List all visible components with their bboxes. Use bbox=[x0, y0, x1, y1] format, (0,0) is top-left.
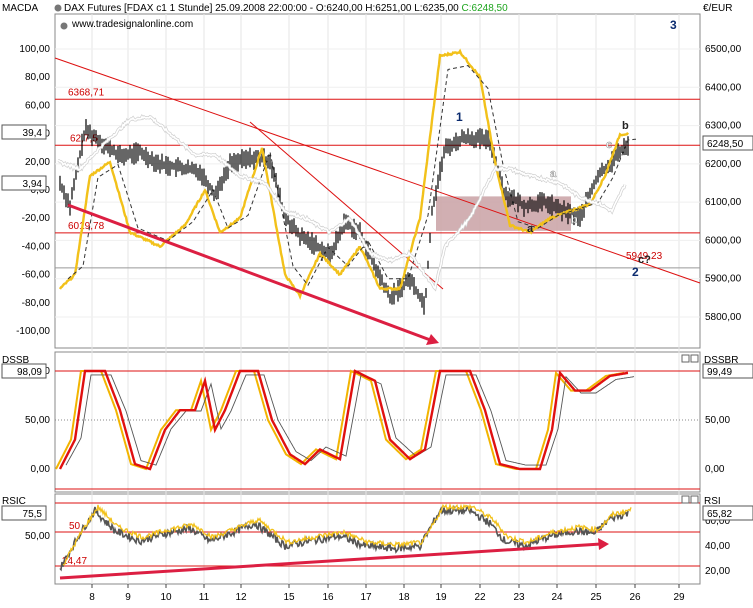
x-tick-label: 18 bbox=[398, 592, 410, 603]
rsi-level-label: 50 bbox=[69, 521, 81, 532]
price-axis-label: 6500,00 bbox=[705, 44, 742, 55]
chart-title-prefix: DAX Futures [FDAX c1 1 Stunde] 25.09.200… bbox=[64, 3, 316, 14]
dssb-value-box: 98,09 bbox=[17, 367, 42, 378]
globe-icon[interactable] bbox=[60, 22, 68, 30]
x-tick-label: 24 bbox=[551, 592, 563, 603]
wave-label: b bbox=[571, 214, 578, 226]
price-axis-label: 6000,00 bbox=[705, 235, 742, 246]
macd-axis-label: 100,00 bbox=[19, 44, 50, 55]
rsi-title-left: RSIC bbox=[2, 496, 26, 507]
rsi-left-axis-label: 50,00 bbox=[25, 531, 50, 542]
price-axis-label: 6400,00 bbox=[705, 82, 742, 93]
price-value-box: 6248,50 bbox=[707, 139, 744, 150]
rsic-value-box: 75,5 bbox=[23, 509, 43, 520]
wave-label: 1 bbox=[456, 110, 463, 124]
settings-icon[interactable] bbox=[54, 4, 62, 12]
dssb-left-axis-label: 50,00 bbox=[25, 415, 50, 426]
price-axis-label: 6300,00 bbox=[705, 121, 742, 132]
price-axis-label: 6200,00 bbox=[705, 159, 742, 170]
chart-canvas: 6368,7162,7,56019,785949,235024,47 89101… bbox=[1, 3, 753, 603]
dssb-panel bbox=[54, 351, 701, 493]
x-tick-label: 23 bbox=[513, 592, 525, 603]
wave-label: a bbox=[527, 223, 534, 235]
macd-axis-label: -60,00 bbox=[22, 270, 51, 281]
main-panel bbox=[54, 13, 701, 349]
macd-value-box: 39,4 bbox=[23, 128, 43, 139]
dssb-right-axis-label: 50,00 bbox=[705, 415, 730, 426]
x-tick-label: 16 bbox=[322, 592, 334, 603]
x-tick-label: 11 bbox=[199, 592, 210, 603]
x-tick-label: 12 bbox=[235, 592, 247, 603]
level-label: 6368,71 bbox=[68, 87, 105, 98]
chart-title: DAX Futures [FDAX c1 1 Stunde] 25.09.200… bbox=[64, 3, 508, 14]
website-label: www.tradesignalonline.com bbox=[71, 19, 193, 30]
x-tick-label: 17 bbox=[360, 592, 372, 603]
currency-label: €/EUR bbox=[703, 3, 732, 14]
macd-axis-label: -20,00 bbox=[22, 213, 51, 224]
dssb-title-right: DSSBR bbox=[704, 355, 738, 366]
price-axis-label: 6100,00 bbox=[705, 197, 742, 208]
chart-close: C:6248,50 bbox=[462, 3, 509, 14]
macd-axis-label: -40,00 bbox=[22, 241, 51, 252]
macd-axis-label: -100,00 bbox=[16, 326, 50, 337]
dssb-left-axis-label: 0,00 bbox=[31, 464, 51, 475]
wave-label: a bbox=[550, 168, 557, 180]
x-tick-label: 19 bbox=[435, 592, 447, 603]
price-axis-label: 5900,00 bbox=[705, 274, 742, 285]
rsi-title-right: RSI bbox=[704, 496, 721, 507]
x-tick-label: 22 bbox=[474, 592, 486, 603]
rsi-value-box: 65,82 bbox=[707, 509, 732, 520]
x-tick-label: 9 bbox=[125, 592, 131, 603]
macd-axis-label: 20,00 bbox=[25, 157, 50, 168]
x-tick-label: 25 bbox=[590, 592, 602, 603]
wave-label: c bbox=[606, 139, 612, 151]
rsi-right-axis-label: 20,00 bbox=[705, 566, 730, 577]
dssb-title-left: DSSB bbox=[2, 355, 30, 366]
wave-label: 2 bbox=[632, 265, 639, 279]
macd-axis-label: 80,00 bbox=[25, 72, 50, 83]
x-tick-label: 15 bbox=[283, 592, 295, 603]
wave-count-3: 3 bbox=[670, 18, 677, 32]
x-tick-label: 26 bbox=[629, 592, 641, 603]
price-axis-label: 5800,00 bbox=[705, 312, 742, 323]
wave-label: b bbox=[622, 120, 629, 132]
dssbr-value-box: 99,49 bbox=[707, 367, 732, 378]
signal-value-box: 3,94 bbox=[23, 179, 43, 190]
dssb-right-axis-label: 0,00 bbox=[705, 464, 725, 475]
indicator-label-top: MACDA bbox=[2, 3, 38, 14]
x-tick-label: 29 bbox=[673, 592, 685, 603]
chart-ohlc: O:6240,00 H:6251,00 L:6235,00 bbox=[316, 3, 462, 14]
wave-label: c? bbox=[638, 254, 651, 266]
x-tick-label: 8 bbox=[89, 592, 95, 603]
rsi-right-axis-label: 40,00 bbox=[705, 541, 730, 552]
x-tick-label: 10 bbox=[160, 592, 172, 603]
macd-axis-label: 60,00 bbox=[25, 100, 50, 111]
macd-axis-label: -80,00 bbox=[22, 298, 51, 309]
level-label: 6019,78 bbox=[68, 221, 105, 232]
